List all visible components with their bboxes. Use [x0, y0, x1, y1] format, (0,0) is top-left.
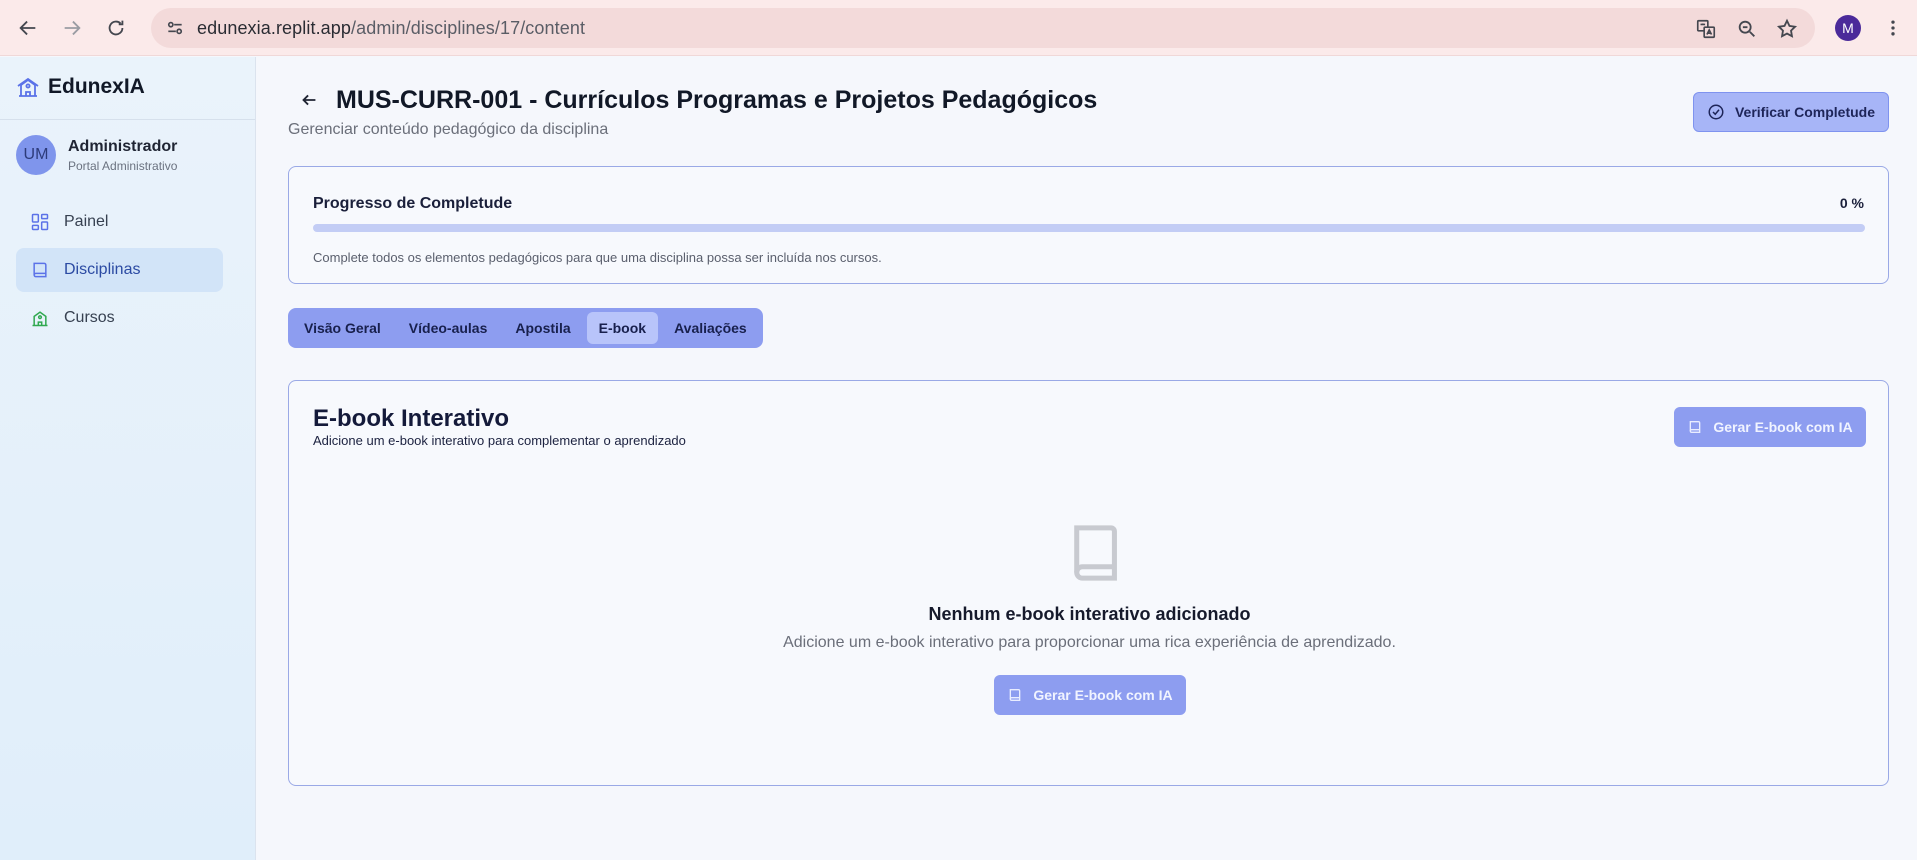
generate-ebook-label: Gerar E-book com IA: [1033, 687, 1173, 703]
progress-card: Progresso de Completude 0 % Complete tod…: [288, 166, 1889, 284]
tab-visao-geral[interactable]: Visão Geral: [292, 312, 393, 344]
translate-icon[interactable]: [1693, 16, 1719, 42]
page-title: MUS-CURR-001 - Currículos Programas e Pr…: [336, 86, 1098, 114]
browser-menu-icon[interactable]: [1880, 14, 1906, 42]
user-profile: UM Administrador Portal Administrativo: [16, 135, 177, 175]
sidebar-item-disciplinas[interactable]: Disciplinas: [16, 248, 223, 292]
sidebar-item-label: Cursos: [64, 309, 115, 326]
empty-state-title: Nenhum e-book interativo adicionado: [928, 604, 1251, 624]
generate-ebook-button[interactable]: Gerar E-book com IA: [1674, 407, 1866, 447]
tab-apostila[interactable]: Apostila: [503, 312, 582, 344]
sidebar-item-cursos[interactable]: Cursos: [16, 296, 223, 340]
sidebar-item-label: Disciplinas: [64, 261, 141, 278]
avatar: UM: [16, 135, 56, 175]
empty-state-description: Adicione um e-book interativo para propo…: [783, 634, 1396, 651]
book-icon: [1690, 421, 1701, 433]
user-name: Administrador: [68, 137, 178, 155]
generate-ebook-label: Gerar E-book com IA: [1713, 419, 1853, 435]
sidebar-item-label: Painel: [64, 213, 109, 230]
user-role: Portal Administrativo: [68, 158, 178, 173]
progress-bar: [313, 224, 1865, 232]
content-tabs: Visão Geral Vídeo-aulas Apostila E-book …: [288, 308, 763, 348]
book-icon: [1074, 525, 1117, 581]
ebook-description: Adicione um e-book interativo para compl…: [313, 433, 686, 448]
dashboard-icon: [31, 213, 49, 231]
browser-toolbar: edunexia.replit.app/admin/disciplines/17…: [0, 0, 1917, 56]
book-icon: [1010, 689, 1021, 701]
divider: [0, 119, 255, 120]
progress-value: 0 %: [1839, 195, 1864, 211]
tab-ebook[interactable]: E-book: [586, 312, 659, 344]
brand-name: EdunexIA: [48, 75, 145, 98]
verify-completeness-button[interactable]: Verificar Completude: [1693, 92, 1889, 132]
brand[interactable]: EdunexIA: [16, 75, 145, 99]
tab-video-aulas[interactable]: Vídeo-aulas: [397, 312, 500, 344]
generate-ebook-button-empty[interactable]: Gerar E-book com IA: [994, 675, 1186, 715]
zoom-icon[interactable]: [1734, 16, 1760, 42]
site-settings-icon[interactable]: [165, 18, 185, 38]
ebook-card: E-book Interativo Adicione um e-book int…: [288, 380, 1889, 786]
school-logo-icon: [17, 77, 39, 97]
main-content: MUS-CURR-001 - Currículos Programas e Pr…: [257, 57, 1917, 860]
progress-hint: Complete todos os elementos pedagógicos …: [313, 250, 882, 265]
school-icon: [32, 311, 48, 327]
url-text: edunexia.replit.app/admin/disciplines/17…: [197, 18, 586, 38]
ebook-title: E-book Interativo: [313, 405, 510, 432]
page-subtitle: Gerenciar conteúdo pedagógico da discipl…: [288, 121, 609, 138]
address-bar[interactable]: edunexia.replit.app/admin/disciplines/17…: [151, 8, 1815, 48]
book-icon: [33, 262, 47, 278]
sidebar-item-painel[interactable]: Painel: [16, 200, 223, 244]
tab-avaliacoes[interactable]: Avaliações: [662, 312, 759, 344]
sidebar: EdunexIA UM Administrador Portal Adminis…: [0, 57, 256, 860]
profile-avatar[interactable]: M: [1835, 15, 1861, 41]
bookmark-star-icon[interactable]: [1774, 16, 1800, 42]
check-circle-icon: [1708, 104, 1724, 120]
progress-label: Progresso de Completude: [313, 195, 513, 212]
forward-icon[interactable]: [56, 12, 88, 44]
verify-button-label: Verificar Completude: [1734, 104, 1876, 120]
back-icon[interactable]: [12, 12, 44, 44]
reload-icon[interactable]: [100, 12, 132, 44]
back-arrow-icon[interactable]: [298, 89, 320, 111]
